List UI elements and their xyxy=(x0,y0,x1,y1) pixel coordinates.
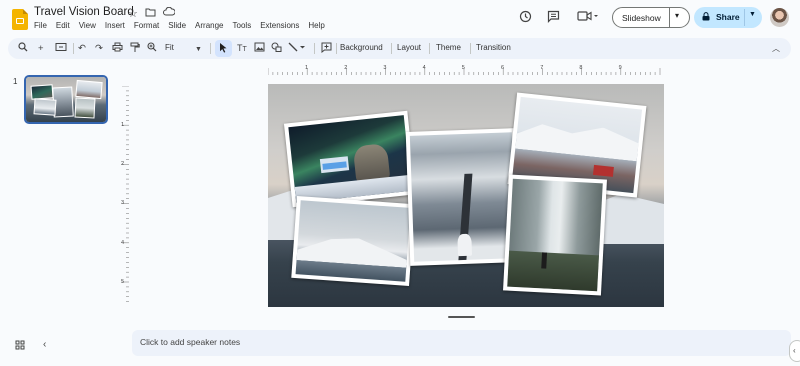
star-icon[interactable]: ☆ xyxy=(128,7,138,20)
photo-aurora-village[interactable] xyxy=(283,110,417,208)
zoom-select[interactable]: Fit xyxy=(165,43,174,52)
ruler-tick-label: 4 xyxy=(422,65,426,71)
history-icon[interactable] xyxy=(519,10,532,26)
camera-icon[interactable] xyxy=(577,10,599,25)
menu-file[interactable]: File xyxy=(34,21,47,30)
slide-thumbnail[interactable] xyxy=(24,75,108,124)
chevron-up-icon[interactable]: ︿ xyxy=(772,42,780,55)
ruler-tick-label: 1 xyxy=(305,65,309,71)
redo-icon[interactable]: ↷ xyxy=(95,42,103,55)
ruler-tick-label: 8 xyxy=(579,65,583,71)
slideshow-label: Slideshow xyxy=(622,13,661,23)
comment-add-icon[interactable] xyxy=(321,42,332,57)
ruler-tick-label: 3 xyxy=(121,200,125,207)
menu-format[interactable]: Format xyxy=(134,21,159,30)
ruler-tick-label: 7 xyxy=(540,65,544,71)
ruler-tick-label: 4 xyxy=(121,239,125,246)
search-icon[interactable] xyxy=(18,42,28,56)
line-icon[interactable] xyxy=(288,42,306,56)
paint-format-icon[interactable] xyxy=(130,42,140,57)
avatar[interactable] xyxy=(770,8,789,27)
menu-tools[interactable]: Tools xyxy=(233,21,252,30)
layout-button[interactable]: Layout xyxy=(397,43,421,52)
chevron-right-icon[interactable]: ‹ xyxy=(789,340,800,362)
ruler-tick-label: 5 xyxy=(121,278,125,285)
shape-icon[interactable] xyxy=(271,42,282,56)
ruler-tick-label: 9 xyxy=(618,65,622,71)
slide-canvas[interactable] xyxy=(268,84,664,307)
ruler-tick-label: 3 xyxy=(383,65,387,71)
background-button[interactable]: Background xyxy=(340,43,383,52)
slide-number: 1 xyxy=(13,77,18,86)
photo-snowy-mountain[interactable] xyxy=(291,195,415,287)
menu-edit[interactable]: Edit xyxy=(56,21,70,30)
slides-logo[interactable] xyxy=(12,9,28,30)
chevron-left-icon[interactable]: ‹ xyxy=(43,339,46,350)
ruler-tick-label: 5 xyxy=(461,65,465,71)
zoom-icon[interactable] xyxy=(147,42,157,56)
menu-help[interactable]: Help xyxy=(308,21,324,30)
ruler-tick-label: 6 xyxy=(501,65,505,71)
lock-icon xyxy=(702,12,710,21)
slide-resize-handle[interactable] xyxy=(448,316,475,318)
speaker-notes-placeholder: Click to add speaker notes xyxy=(140,337,241,347)
comments-icon[interactable] xyxy=(547,10,560,26)
chevron-down-icon[interactable]: ▼ xyxy=(749,11,756,18)
image-icon[interactable] xyxy=(254,42,265,56)
ruler-labels: 1 2 3 4 5 6 7 8 9 xyxy=(268,65,664,73)
share-button[interactable]: Share ▼ xyxy=(694,7,762,28)
chevron-down-icon[interactable]: ▼ xyxy=(195,43,202,56)
folder-icon[interactable] xyxy=(145,7,156,20)
theme-button[interactable]: Theme xyxy=(436,43,461,52)
menu-bar: File Edit View Insert Format Slide Arran… xyxy=(34,21,325,30)
textbox-icon[interactable]: TT xyxy=(237,42,247,56)
menu-arrange[interactable]: Arrange xyxy=(195,21,223,30)
menu-extensions[interactable]: Extensions xyxy=(260,21,299,30)
ruler-tick-label: 2 xyxy=(344,65,348,71)
grid-view-icon[interactable] xyxy=(15,340,25,353)
new-slide-icon[interactable] xyxy=(55,42,67,56)
photo-city-street[interactable] xyxy=(405,128,521,266)
menu-slide[interactable]: Slide xyxy=(168,21,186,30)
cursor-icon[interactable] xyxy=(219,42,228,57)
slideshow-button[interactable]: Slideshow ▾ xyxy=(612,7,690,28)
document-title[interactable]: Travel Vision Board xyxy=(34,6,134,18)
print-icon[interactable] xyxy=(112,42,123,56)
plus-icon[interactable]: + xyxy=(38,42,44,55)
chevron-down-icon[interactable]: ▾ xyxy=(675,11,679,20)
share-label: Share xyxy=(716,12,740,22)
menu-insert[interactable]: Insert xyxy=(105,21,125,30)
menu-view[interactable]: View xyxy=(79,21,96,30)
photo-waterfall[interactable] xyxy=(503,174,607,296)
ruler-tick-label: 1 xyxy=(121,122,125,128)
speaker-notes[interactable]: Click to add speaker notes xyxy=(132,330,791,356)
undo-icon[interactable]: ↶ xyxy=(78,42,86,55)
ruler-tick-label: 2 xyxy=(121,161,125,168)
transition-button[interactable]: Transition xyxy=(476,43,511,52)
cloud-icon[interactable] xyxy=(163,6,176,19)
vertical-ruler-labels: 1 2 3 4 5 xyxy=(121,84,129,304)
toolbar: + ↶ ↷ Fit ▼ TT Background Layout Theme T… xyxy=(8,38,791,59)
